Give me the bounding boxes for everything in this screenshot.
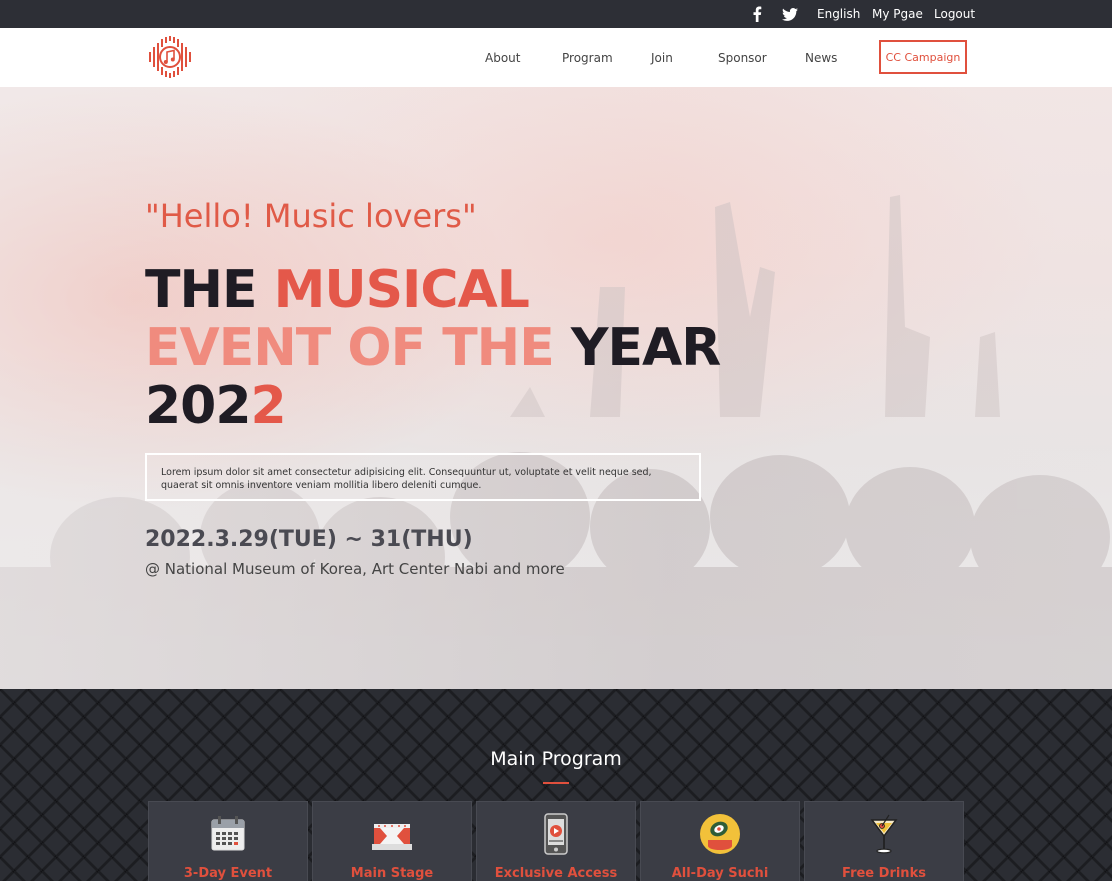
program-card-label: All-Day Suchi [671,866,769,881]
twitter-link[interactable] [782,0,800,28]
main-program-section: Main Program 3-Day Event Main Stage Excl… [0,689,1112,881]
cc-campaign-button[interactable]: CC Campaign [879,40,967,74]
program-card-3-day-event[interactable]: 3-Day Event [148,801,308,881]
headline-line-3: 2022 [145,376,287,436]
event-venue: @ National Museum of Korea, Art Center N… [145,560,565,578]
hero-greeting: "Hello! Music lovers" [145,197,477,235]
facebook-link[interactable] [752,0,766,28]
headline-line-2: EVENT OF THE YEAR [145,318,721,378]
facebook-icon [753,6,762,22]
nav-sponsor[interactable]: Sponsor [718,28,767,87]
headline-word: YEAR [570,318,721,378]
hero-section: "Hello! Music lovers" THE MUSICAL EVENT … [0,87,1112,689]
program-card-label: 3-Day Event [183,866,273,881]
title-underline [543,782,569,784]
program-card-label: Exclusive Access [494,866,618,881]
headline-word: THE [145,260,274,320]
program-card-label: Main Stage [350,866,434,881]
cocktail-icon [870,814,898,854]
logout-link[interactable]: Logout [934,0,975,28]
nav-news[interactable]: News [805,28,837,87]
top-utility-bar: English My Pgae Logout [0,0,1112,28]
headline-word: MUSICAL [273,260,530,320]
section-title: Main Program [490,748,622,770]
main-navbar: About Program Join Sponsor News CC Campa… [0,28,1112,87]
program-card-free-drinks[interactable]: Free Drinks [804,801,964,881]
program-card-all-day-suchi[interactable]: All-Day Suchi [640,801,800,881]
twitter-icon [782,7,798,21]
nav-program[interactable]: Program [562,28,613,87]
nav-join[interactable]: Join [651,28,673,87]
logo-link[interactable] [147,35,193,79]
stage-icon [372,824,412,850]
calendar-icon [211,816,245,851]
event-date: 2022.3.29(TUE) ~ 31(THU) [145,527,473,552]
nav-about[interactable]: About [485,28,520,87]
headline-word: 2 [250,376,287,436]
my-page-link[interactable]: My Pgae [872,0,923,28]
headline-word: EVENT OF THE [145,318,571,378]
headline-word: 202 [145,376,252,436]
music-logo-icon [149,36,191,78]
program-card-main-stage[interactable]: Main Stage [312,801,472,881]
program-card-label: Free Drinks [842,866,926,881]
phone-play-icon [544,813,568,855]
hero-description: Lorem ipsum dolor sit amet consectetur a… [145,453,701,501]
sushi-icon [700,814,740,854]
language-link[interactable]: English [817,0,860,28]
headline-line-1: THE MUSICAL [145,260,530,320]
program-card-exclusive-access[interactable]: Exclusive Access [476,801,636,881]
